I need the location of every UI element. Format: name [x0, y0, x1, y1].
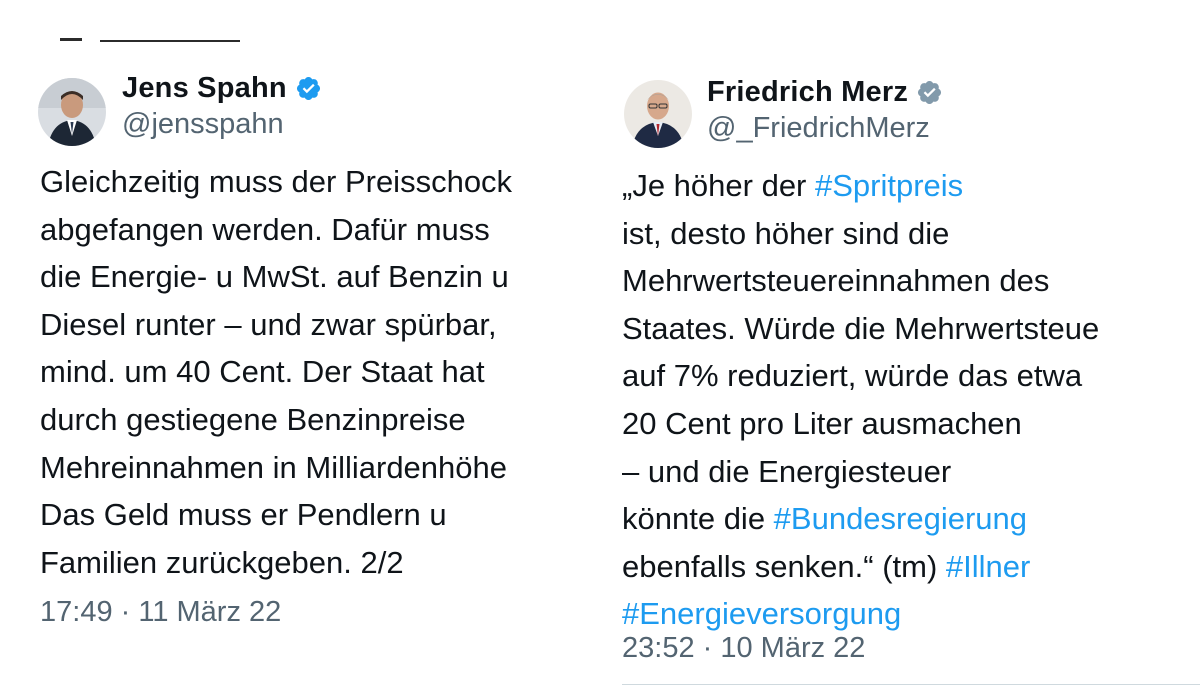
- tweet-text-segment: ebenfalls senken.“ (tm): [622, 548, 946, 584]
- tweet-text-line: die Energie- u MwSt. auf Benzin u: [40, 253, 512, 301]
- tweet-text-line: abgefangen werden. Dafür muss: [40, 206, 512, 254]
- tweet-text-line: auf 7% reduziert, würde das etwa: [622, 352, 1099, 400]
- tweet-text-line: Staates. Würde die Mehrwertsteue: [622, 305, 1099, 353]
- tweet-friedrich-merz: Friedrich Merz @_FriedrichMerz „Je höher…: [600, 0, 1200, 689]
- tweet-text-segment: 20 Cent pro Liter ausmachen: [622, 405, 1022, 441]
- tweet-text-line: Diesel runter – und zwar spürbar,: [40, 301, 512, 349]
- tweet-text-segment: die Energie- u MwSt. auf Benzin u: [40, 259, 509, 295]
- tweet-text-line: könnte die #Bundesregierung: [622, 495, 1099, 543]
- tweet-text-line: ist, desto höher sind die: [622, 210, 1099, 258]
- tweet-text-line: 20 Cent pro Liter ausmachen: [622, 400, 1099, 448]
- tweet-text-line: „Je höher der #Spritpreis: [622, 162, 1099, 210]
- tweet-timestamp[interactable]: 17:49 · 11 März 22: [40, 596, 281, 629]
- tweet-text-segment: mind. um 40 Cent. Der Staat hat: [40, 354, 485, 390]
- verified-badge-icon: [295, 75, 322, 102]
- tweet-text-line: Mehrwertsteuereinnahmen des: [622, 257, 1099, 305]
- tweet-text-line: Familien zurückgeben. 2/2: [40, 539, 512, 587]
- tweet-text-segment: – und die Energiesteuer: [622, 453, 952, 489]
- hashtag-link[interactable]: #Spritpreis: [815, 168, 963, 203]
- tweet-timestamp[interactable]: 23:52 · 10 März 22: [622, 632, 865, 665]
- hashtag-link[interactable]: #Illner: [946, 549, 1030, 584]
- tweet-text-segment: ist, desto höher sind die: [622, 215, 950, 251]
- hashtag-link[interactable]: #Bundesregierung: [774, 501, 1027, 536]
- author-display-name[interactable]: Jens Spahn: [122, 72, 287, 105]
- author-name-row: Friedrich Merz: [707, 72, 943, 112]
- avatar-photo: [624, 80, 692, 148]
- tweet-text-segment: Staates. Würde die Mehrwertsteue: [622, 310, 1100, 346]
- verified-badge-icon: [916, 79, 943, 106]
- tweet-text-segment: „Je höher der: [622, 168, 815, 203]
- author-name-row: Jens Spahn: [122, 68, 322, 108]
- avatar[interactable]: [624, 80, 692, 148]
- author-handle[interactable]: @jensspahn: [122, 108, 284, 141]
- tweet-text: „Je höher der #Spritpreis ist, desto höhe…: [622, 162, 1099, 638]
- author-handle[interactable]: @_FriedrichMerz: [707, 112, 930, 145]
- tweet-text-line: – und die Energiesteuer: [622, 448, 1099, 496]
- tweet-text-segment: Gleichzeitig muss der Preisschock: [40, 164, 513, 199]
- tweet-text-segment: auf 7% reduziert, würde das etwa: [622, 358, 1083, 394]
- cropped-divider: [100, 40, 240, 42]
- tweet-text-line: Das Geld muss er Pendlern u: [40, 491, 512, 539]
- tweet-text-segment: Familien zurückgeben. 2/2: [40, 544, 404, 580]
- tweet-text-line: durch gestiegene Benzinpreise: [40, 396, 512, 444]
- tweet-text-segment: abgefangen werden. Dafür muss: [40, 211, 490, 247]
- tweet-text-segment: durch gestiegene Benzinpreise: [40, 401, 466, 437]
- tweet-text-line: Gleichzeitig muss der Preisschock: [40, 158, 512, 206]
- tweet-text-segment: Das Geld muss er Pendlern u: [40, 497, 447, 533]
- tweet-text-line: #Energieversorgung: [622, 590, 1099, 638]
- tweet-text: Gleichzeitig muss der Preisschock abgefan…: [40, 158, 512, 586]
- tweet-text-line: Mehreinnahmen in Milliardenhöhe: [40, 444, 512, 492]
- tweet-jens-spahn: Jens Spahn @jensspahn Gleichzeitig muss …: [0, 0, 600, 689]
- tweet-text-line: ebenfalls senken.“ (tm) #Illner: [622, 543, 1099, 591]
- divider: [622, 684, 1200, 685]
- tweet-text-segment: könnte die: [622, 501, 774, 537]
- tweet-text-segment: Diesel runter – und zwar spürbar,: [40, 306, 497, 342]
- hashtag-link[interactable]: #Energieversorgung: [622, 596, 901, 631]
- avatar[interactable]: [38, 78, 106, 146]
- tweet-text-line: mind. um 40 Cent. Der Staat hat: [40, 348, 512, 396]
- tweet-text-segment: Mehrwertsteuereinnahmen des: [622, 263, 1050, 299]
- avatar-photo: [38, 78, 106, 146]
- author-display-name[interactable]: Friedrich Merz: [707, 76, 908, 109]
- cropped-divider: [60, 38, 82, 41]
- tweet-text-segment: Mehreinnahmen in Milliardenhöhe: [40, 449, 507, 485]
